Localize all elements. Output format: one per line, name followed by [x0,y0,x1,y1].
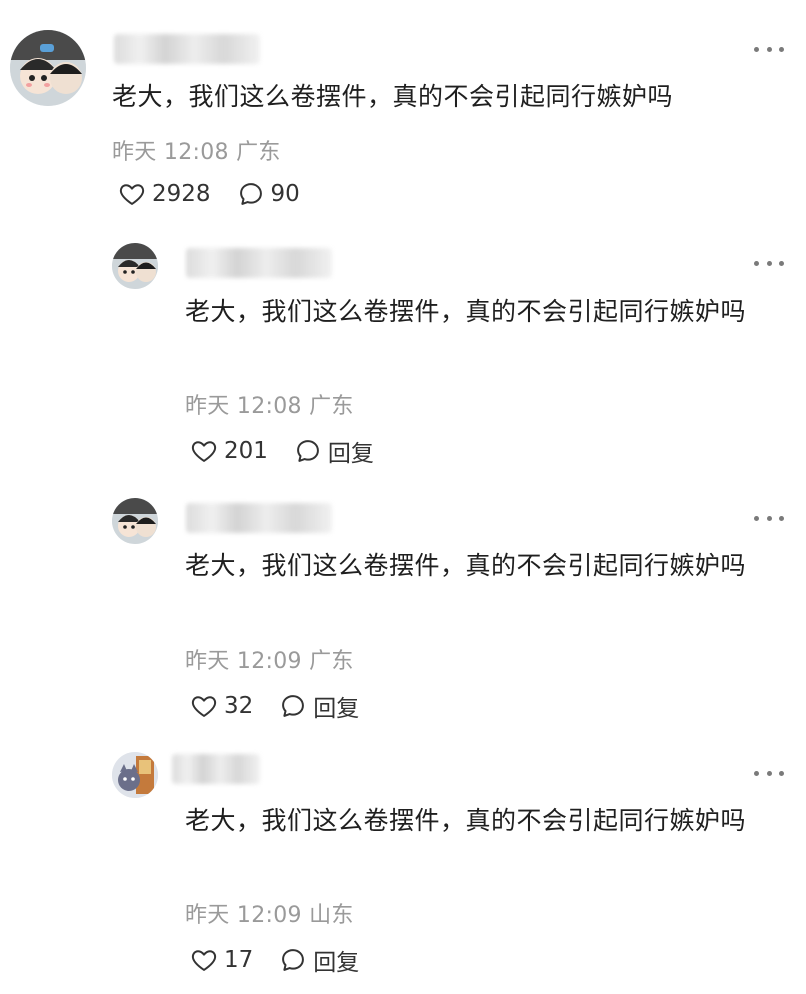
like-button[interactable]: 2928 [118,180,211,208]
avatar-image [10,30,86,106]
like-button[interactable]: 201 [190,437,268,465]
heart-outline-icon [191,441,217,462]
ellipsis-icon [754,46,759,52]
reply-button[interactable]: 回复 [294,434,374,468]
comment-text: 老大，我们这么卷摆件，真的不会引起同行嫉妒吗 [185,806,747,835]
like-count: 2928 [152,181,211,207]
comment-actions: 2928 90 [118,180,326,208]
avatar-image [112,752,158,798]
speech-bubble-icon [296,440,319,462]
reply-button[interactable]: 回复 [279,943,359,977]
heart-outline-icon [191,696,217,717]
reply-label: 回复 [313,950,360,976]
speech-bubble-icon [282,695,305,717]
like-count: 201 [224,438,268,464]
reply-button[interactable]: 90 [237,180,300,208]
avatar-image [112,243,158,289]
comment-meta: 昨天 12:09 山东 [185,903,354,928]
comment-text: 老大，我们这么卷摆件，真的不会引起同行嫉妒吗 [112,82,674,111]
like-count: 32 [224,693,254,719]
username-blurred[interactable] [114,34,260,64]
like-count: 17 [224,947,254,973]
ellipsis-icon [754,260,759,266]
comment-text: 老大，我们这么卷摆件，真的不会引起同行嫉妒吗 [185,297,747,326]
reply-label: 回复 [313,696,360,722]
speech-bubble-icon [239,183,262,205]
more-options-button[interactable] [754,42,784,56]
avatar[interactable] [112,498,158,544]
avatar[interactable] [112,752,158,798]
reply-button[interactable]: 回复 [279,689,359,723]
ellipsis-icon [754,515,759,521]
speech-bubble-icon [282,949,305,971]
like-button[interactable]: 17 [190,946,253,974]
comment-text: 老大，我们这么卷摆件，真的不会引起同行嫉妒吗 [185,551,747,580]
reply-count: 90 [270,181,300,207]
username-blurred[interactable] [186,503,332,533]
comment-actions: 201 回复 [190,434,400,468]
username-blurred[interactable] [186,248,332,278]
comment-meta: 昨天 12:08 广东 [112,140,281,165]
reply-label: 回复 [327,441,374,467]
comment-actions: 32 回复 [190,689,385,723]
heart-outline-icon [119,184,145,205]
heart-outline-icon [191,950,217,971]
comment-meta: 昨天 12:08 广东 [185,394,354,419]
username-blurred[interactable] [172,754,260,784]
more-options-button[interactable] [754,766,784,780]
comment-meta: 昨天 12:09 广东 [185,649,354,674]
avatar-image [112,498,158,544]
avatar[interactable] [10,30,86,106]
more-options-button[interactable] [754,511,784,525]
like-button[interactable]: 32 [190,692,253,720]
avatar[interactable] [112,243,158,289]
comment-top: 老大，我们这么卷摆件，真的不会引起同行嫉妒吗 昨天 12:08 广东 2928 … [0,0,806,230]
comment-actions: 17 回复 [190,943,385,977]
ellipsis-icon [754,770,759,776]
more-options-button[interactable] [754,256,784,270]
